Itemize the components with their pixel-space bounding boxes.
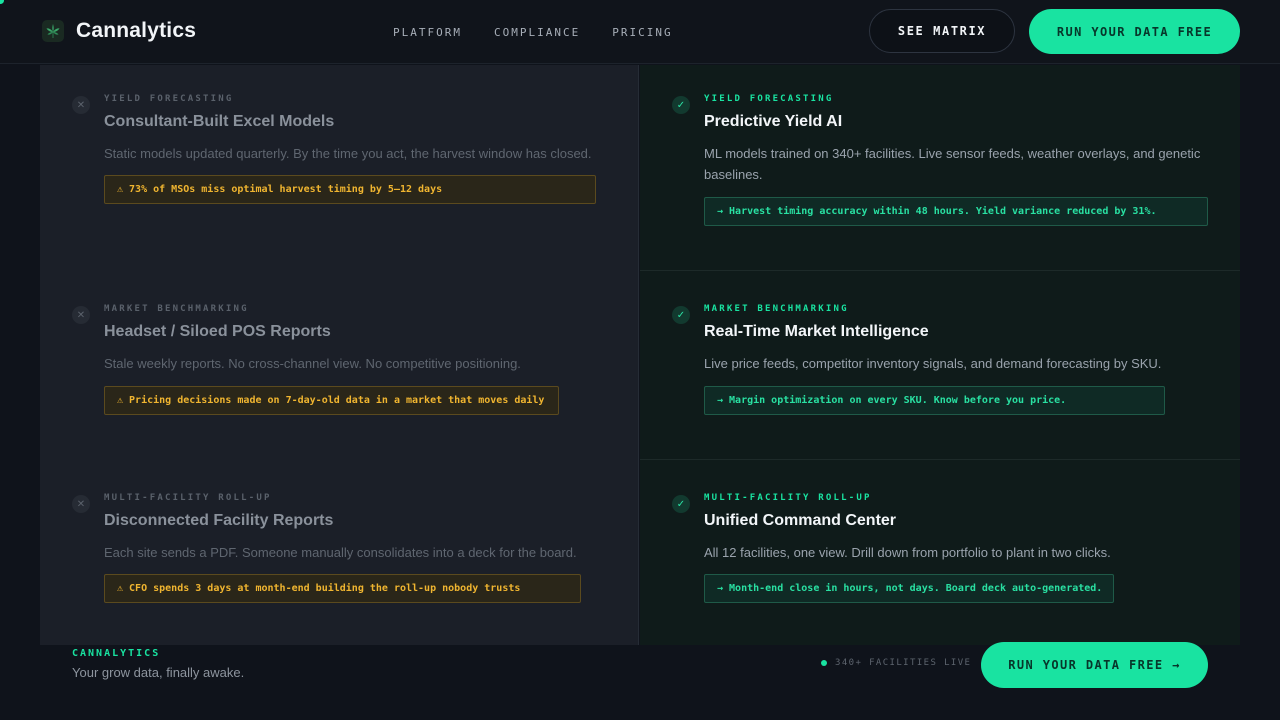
live-status-text: 340+ FACILITIES LIVE — [835, 658, 972, 668]
row-divider — [640, 459, 1240, 460]
legacy-warning-note: ⚠ Pricing decisions made on 7-day-old da… — [104, 386, 559, 415]
solution-description: All 12 facilities, one view. Drill down … — [704, 545, 1111, 560]
legacy-description: Stale weekly reports. No cross-channel v… — [104, 356, 521, 371]
legacy-warning-note: ⚠ 73% of MSOs miss optimal harvest timin… — [104, 175, 596, 204]
run-data-free-button[interactable]: RUN YOUR DATA FREE — [1029, 9, 1240, 54]
check-icon: ✓ — [672, 495, 690, 513]
legacy-title: Disconnected Facility Reports — [104, 512, 334, 529]
check-icon: ✓ — [672, 306, 690, 324]
check-icon: ✓ — [672, 96, 690, 114]
row-divider — [640, 270, 1240, 271]
footer-run-data-free-button[interactable]: RUN YOUR DATA FREE → — [981, 642, 1208, 688]
nav-link-pricing[interactable]: PRICING — [612, 26, 672, 39]
nav-link-platform[interactable]: PLATFORM — [393, 26, 462, 39]
solution-outcome-note: → Harvest timing accuracy within 48 hour… — [704, 197, 1208, 226]
footer-tagline: Your grow data, finally awake. — [72, 665, 245, 680]
nav-link-compliance[interactable]: COMPLIANCE — [494, 26, 580, 39]
row-eyebrow: MULTI-FACILITY ROLL-UP — [704, 493, 872, 503]
legacy-warning-note: ⚠ CFO spends 3 days at month-end buildin… — [104, 574, 581, 603]
row-eyebrow: MULTI-FACILITY ROLL-UP — [104, 493, 272, 503]
x-icon: ✕ — [72, 495, 90, 513]
brand-name: Cannalytics — [76, 19, 197, 42]
top-navigation: Cannalytics PLATFORM COMPLIANCE PRICING … — [0, 0, 1280, 64]
x-icon: ✕ — [72, 306, 90, 324]
live-status: 340+ FACILITIES LIVE — [821, 658, 971, 668]
solution-title: Predictive Yield AI — [704, 113, 843, 130]
cannabis-leaf-icon — [42, 20, 64, 42]
solution-description: ML models trained on 340+ facilities. Li… — [704, 146, 1201, 182]
legacy-title: Headset / Siloed POS Reports — [104, 323, 331, 340]
legacy-title: Consultant-Built Excel Models — [104, 113, 335, 130]
x-icon: ✕ — [72, 96, 90, 114]
legacy-description: Static models updated quarterly. By the … — [104, 146, 592, 161]
see-matrix-button[interactable]: SEE MATRIX — [869, 9, 1015, 53]
solution-outcome-note: → Month-end close in hours, not days. Bo… — [704, 574, 1114, 603]
solution-title: Real-Time Market Intelligence — [704, 323, 929, 340]
live-dot-icon — [821, 660, 827, 666]
solution-outcome-note: → Margin optimization on every SKU. Know… — [704, 386, 1165, 415]
row-eyebrow: YIELD FORECASTING — [704, 94, 834, 104]
accent-dot — [0, 0, 4, 4]
main-nav: PLATFORM COMPLIANCE PRICING — [393, 26, 673, 39]
footer-brand: CANNALYTICS — [72, 648, 161, 659]
solution-description: Live price feeds, competitor inventory s… — [704, 356, 1162, 371]
brand[interactable]: Cannalytics — [42, 19, 196, 43]
row-eyebrow: YIELD FORECASTING — [104, 94, 234, 104]
row-eyebrow: MARKET BENCHMARKING — [704, 304, 849, 314]
solution-title: Unified Command Center — [704, 512, 897, 529]
row-eyebrow: MARKET BENCHMARKING — [104, 304, 249, 314]
legacy-description: Each site sends a PDF. Someone manually … — [104, 545, 577, 560]
